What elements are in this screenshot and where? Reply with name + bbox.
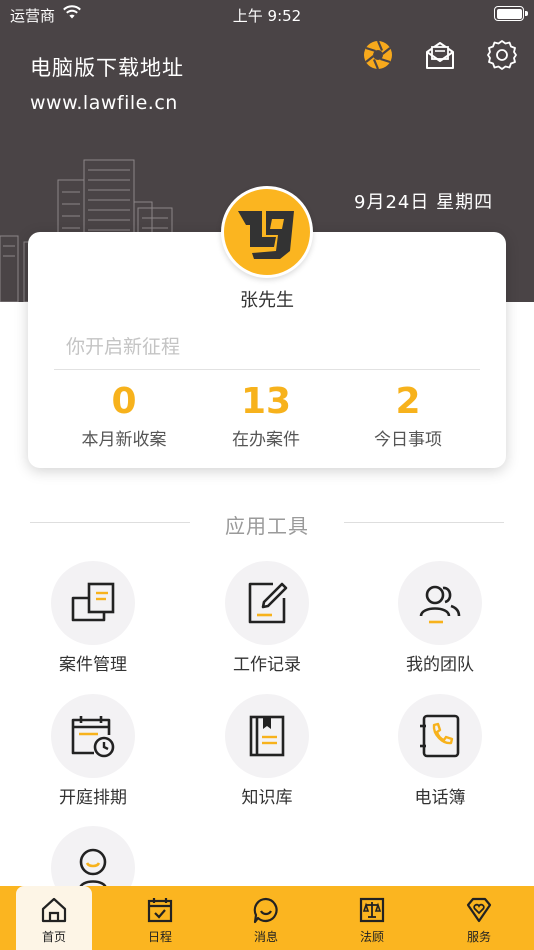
settings-icon[interactable] xyxy=(485,38,519,72)
status-bar: 运营商 上午 9:52 xyxy=(0,0,534,28)
avatar[interactable] xyxy=(221,186,313,278)
tool-icon-circle xyxy=(51,561,135,645)
card-divider xyxy=(54,369,480,370)
tool-label: 我的团队 xyxy=(406,655,474,675)
tool-knowledge-base[interactable]: 知识库 xyxy=(187,694,347,808)
download-url[interactable]: www.lawfile.cn xyxy=(30,92,178,114)
tool-label: 案件管理 xyxy=(59,655,127,675)
edit-note-icon xyxy=(248,582,288,624)
stat-value: 0 xyxy=(111,381,137,422)
tool-icon-circle xyxy=(51,694,135,778)
tab-label: 日程 xyxy=(147,930,172,944)
tab-home[interactable]: 首页 xyxy=(16,886,92,950)
book-icon xyxy=(249,715,285,757)
message-icon xyxy=(253,897,278,924)
tool-my-team[interactable]: 我的团队 xyxy=(360,561,520,675)
section-divider-right xyxy=(344,522,504,523)
battery-icon xyxy=(494,6,528,21)
tab-legal-advisor[interactable]: 法顾 xyxy=(334,886,410,950)
tab-label: 服务 xyxy=(466,930,491,944)
tool-icon-circle xyxy=(225,561,309,645)
home-icon xyxy=(41,897,67,923)
stat-label: 今日事项 xyxy=(374,430,442,450)
tool-case-management[interactable]: 案件管理 xyxy=(13,561,173,675)
stat-today-items[interactable]: 2 今日事项 xyxy=(328,380,488,450)
phone-book-icon xyxy=(420,714,460,758)
calendar-check-icon xyxy=(147,898,173,923)
tab-schedule[interactable]: 日程 xyxy=(122,886,198,950)
tab-label: 首页 xyxy=(41,930,66,944)
stat-active-cases[interactable]: 13 在办案件 xyxy=(186,380,346,450)
tool-label: 工作记录 xyxy=(233,655,301,675)
tool-court-schedule[interactable]: 开庭排期 xyxy=(13,694,173,808)
stat-value: 2 xyxy=(395,381,421,422)
user-name: 张先生 xyxy=(240,290,294,311)
tab-bar: 首页 日程 消息 法顾 服务 xyxy=(0,886,534,950)
tool-label: 知识库 xyxy=(241,788,293,808)
clock: 上午 9:52 xyxy=(232,7,302,25)
tool-icon-circle xyxy=(225,694,309,778)
section-title: 应用工具 xyxy=(225,514,309,538)
stat-label: 在办案件 xyxy=(232,430,300,450)
folders-icon xyxy=(71,582,115,622)
marquee-text: 你开启新征程 xyxy=(66,336,181,358)
tab-messages[interactable]: 消息 xyxy=(228,886,304,950)
tool-label: 开庭排期 xyxy=(59,788,127,808)
tool-phone-book[interactable]: 电话簿 xyxy=(360,694,520,808)
aperture-icon[interactable] xyxy=(361,38,395,72)
scales-icon xyxy=(359,897,385,923)
tab-services[interactable]: 服务 xyxy=(441,886,517,950)
diamond-heart-icon xyxy=(466,897,492,923)
tab-label: 消息 xyxy=(253,930,278,944)
current-date: 9月24日 星期四 xyxy=(354,192,494,213)
calendar-clock-icon xyxy=(71,716,115,758)
logo-icon xyxy=(238,211,294,259)
stat-new-cases[interactable]: 0 本月新收案 xyxy=(44,380,204,450)
team-icon xyxy=(419,585,461,624)
tool-work-log[interactable]: 工作记录 xyxy=(187,561,347,675)
tool-label: 电话簿 xyxy=(414,788,466,808)
tool-icon-circle xyxy=(398,694,482,778)
tool-icon-circle xyxy=(398,561,482,645)
stat-label: 本月新收案 xyxy=(81,430,167,450)
mail-icon[interactable] xyxy=(423,38,457,72)
stat-value: 13 xyxy=(240,381,292,422)
app-root: 运营商 上午 9:52 电脑版下载地址 www.lawfile.cn 9月24日… xyxy=(0,0,534,950)
tab-label: 法顾 xyxy=(359,930,384,944)
download-title: 电脑版下载地址 xyxy=(30,56,184,80)
